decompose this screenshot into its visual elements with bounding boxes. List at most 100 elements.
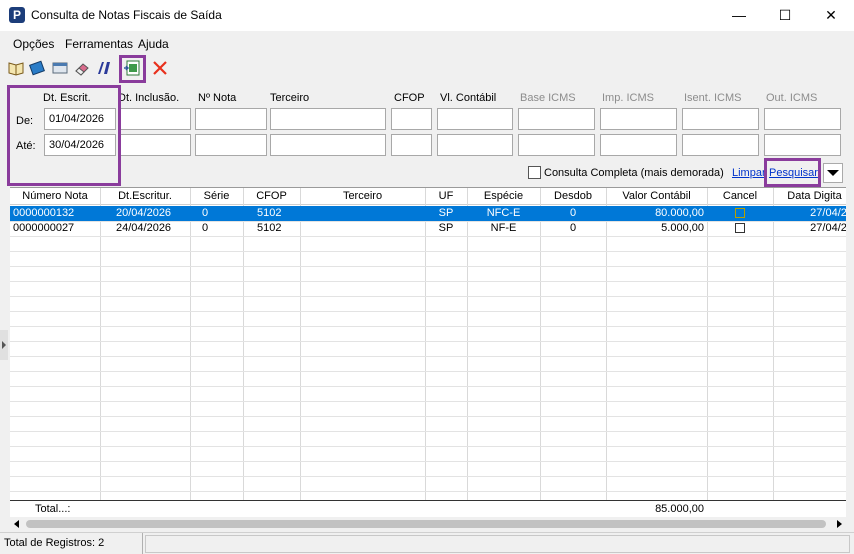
title-bar: P Consulta de Notas Fiscais de Saída — ☐… <box>0 0 854 31</box>
eraser-icon[interactable] <box>73 59 93 79</box>
from-cfop-input[interactable] <box>391 108 432 130</box>
cell-cfop: 5102 <box>257 207 282 219</box>
header-dt-escritur[interactable]: Dt.Escritur. <box>100 188 190 205</box>
table-row[interactable]: 0000000027 24/04/2026 0 5102 SP NF-E 0 5… <box>10 221 846 236</box>
to-out-icms-input[interactable] <box>764 134 841 156</box>
total-row: Total...: 85.000,00 <box>10 500 846 517</box>
col-sep <box>243 188 244 517</box>
to-isent-icms-input[interactable] <box>682 134 759 156</box>
from-terceiro-input[interactable] <box>270 108 386 130</box>
col-sep <box>425 188 426 517</box>
to-vl-contabil-input[interactable] <box>437 134 513 156</box>
to-imp-icms-input[interactable] <box>600 134 677 156</box>
horizontal-scrollbar[interactable] <box>10 517 846 531</box>
card-icon[interactable] <box>51 59 71 79</box>
row-line <box>10 281 846 282</box>
to-base-icms-input[interactable] <box>518 134 595 156</box>
header-serie[interactable]: Série <box>190 188 243 205</box>
close-button[interactable]: ✕ <box>808 0 854 31</box>
menu-bar: Opções Ferramentas Ajuda <box>0 31 854 55</box>
cell-cancel <box>707 206 773 221</box>
cell-uf: SP <box>438 222 454 234</box>
row-line <box>10 431 846 432</box>
from-num-nota-input[interactable] <box>195 108 267 130</box>
table-row[interactable]: 0000000132 20/04/2026 0 5102 SP NFC-E 0 … <box>10 206 846 221</box>
header-terceiro[interactable]: Terceiro <box>300 188 425 205</box>
label-cfop: CFOP <box>394 92 425 104</box>
cancel-checkbox[interactable] <box>735 223 745 234</box>
book-icon[interactable] <box>7 59 27 79</box>
cell-especie: NF-E <box>490 222 517 234</box>
cell-terceiro <box>300 206 425 221</box>
scroll-left-icon[interactable] <box>10 517 24 531</box>
header-valor-contabil[interactable]: Valor Contábil <box>606 188 707 205</box>
row-line <box>10 326 846 327</box>
cell-numero: 0000000132 <box>13 207 75 219</box>
menu-opcoes[interactable]: Opções <box>13 37 54 51</box>
label-num-nota: Nº Nota <box>198 92 237 104</box>
clear-link[interactable]: Limpar <box>732 167 766 179</box>
maximize-button[interactable]: ☐ <box>762 0 808 31</box>
col-sep <box>540 188 541 517</box>
row-line <box>10 476 846 477</box>
records-count: Total de Registros: 2 <box>4 537 105 549</box>
to-dt-inclusao-input[interactable] <box>119 134 191 156</box>
cell-cancel <box>707 221 773 236</box>
header-uf[interactable]: UF <box>425 188 467 205</box>
header-numero-nota[interactable]: Número Nota <box>10 188 100 205</box>
cell-desdob: 0 <box>569 207 577 219</box>
cancel-x-icon[interactable] <box>151 59 171 79</box>
col-sep <box>773 188 774 517</box>
to-cfop-input[interactable] <box>391 134 432 156</box>
from-imp-icms-input[interactable] <box>600 108 677 130</box>
complete-query-checkbox[interactable] <box>528 166 541 179</box>
header-cfop[interactable]: CFOP <box>243 188 300 205</box>
cancel-checkbox[interactable] <box>735 208 745 219</box>
menu-ferramentas[interactable]: Ferramentas <box>65 37 133 51</box>
cell-data-dig: 27/04/20 <box>810 222 846 234</box>
total-label: Total...: <box>35 503 71 515</box>
date-filter-highlight <box>7 85 121 186</box>
search-link[interactable]: Pesquisar <box>769 167 818 179</box>
from-vl-contabil-input[interactable] <box>437 108 513 130</box>
status-bar: Total de Registros: 2 <box>0 532 854 554</box>
header-especie[interactable]: Espécie <box>467 188 540 205</box>
row-line <box>10 416 846 417</box>
menu-ajuda[interactable]: Ajuda <box>138 37 169 51</box>
cell-cfop: 5102 <box>257 222 282 234</box>
report-icon[interactable] <box>95 59 115 79</box>
label-dt-inclusao: Dt. Inclusão. <box>118 92 180 104</box>
scroll-thumb[interactable] <box>26 520 826 528</box>
col-sep <box>190 188 191 517</box>
row-line <box>10 266 846 267</box>
books-icon[interactable] <box>29 59 49 79</box>
cell-dt: 24/04/2026 <box>116 222 172 234</box>
from-base-icms-input[interactable] <box>518 108 595 130</box>
row-line <box>10 251 846 252</box>
cell-numero: 0000000027 <box>13 222 75 234</box>
from-dt-inclusao-input[interactable] <box>119 108 191 130</box>
row-line <box>10 371 846 372</box>
cell-terceiro <box>300 221 425 236</box>
splitter-grip[interactable] <box>0 330 8 360</box>
label-vl-contabil: Vl. Contábil <box>440 92 497 104</box>
row-line <box>10 386 846 387</box>
minimize-button[interactable]: — <box>716 0 762 31</box>
header-desdob[interactable]: Desdob <box>540 188 606 205</box>
export-excel-icon[interactable] <box>123 59 143 79</box>
from-out-icms-input[interactable] <box>764 108 841 130</box>
scroll-right-icon[interactable] <box>832 517 846 531</box>
results-grid: Número Nota Dt.Escritur. Série CFOP Terc… <box>10 187 846 517</box>
to-terceiro-input[interactable] <box>270 134 386 156</box>
col-sep <box>100 188 101 517</box>
dropdown-button[interactable] <box>823 163 843 183</box>
cell-valor: 5.000,00 <box>661 222 704 234</box>
header-cancel[interactable]: Cancel <box>707 188 773 205</box>
to-num-nota-input[interactable] <box>195 134 267 156</box>
cell-dt: 20/04/2026 <box>116 207 172 219</box>
from-isent-icms-input[interactable] <box>682 108 759 130</box>
grid-header: Número Nota Dt.Escritur. Série CFOP Terc… <box>10 188 846 205</box>
cell-valor: 80.000,00 <box>655 207 704 219</box>
status-divider <box>142 533 143 554</box>
header-data-digita[interactable]: Data Digita <box>773 188 846 205</box>
